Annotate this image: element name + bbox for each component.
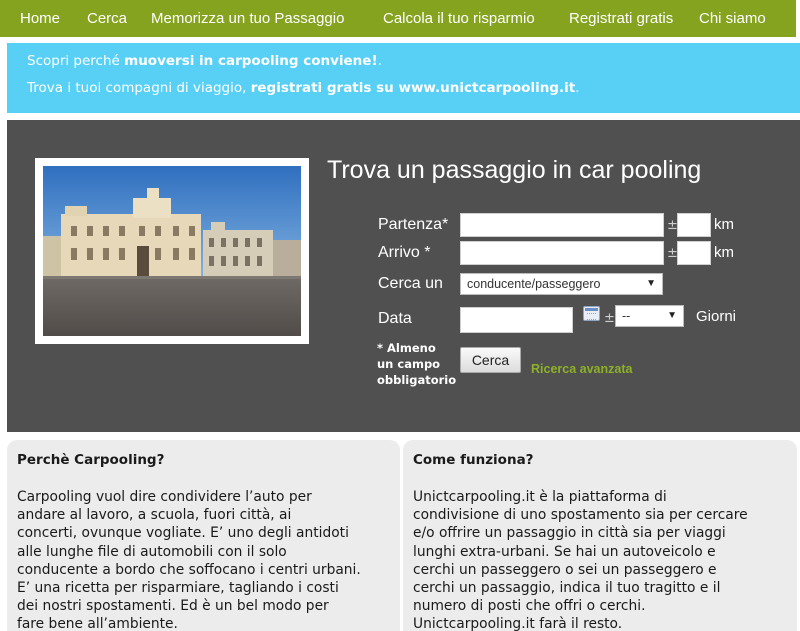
nav-cerca-link[interactable]: Cerca bbox=[87, 0, 127, 37]
text-line: cerchi un passaggio, indica il tuo tragi… bbox=[413, 580, 721, 597]
university-photo bbox=[43, 166, 301, 336]
photo-frame bbox=[35, 158, 309, 344]
days-select-value: -- bbox=[622, 309, 631, 323]
text-line: andare al lavoro, a scuola, fuori città,… bbox=[17, 507, 292, 524]
how-it-works-box: Come funziona? Unictcarpooling.it è la p… bbox=[403, 440, 797, 631]
text-line: fare bene all’ambiente. bbox=[17, 616, 178, 631]
advanced-search-link[interactable]: Ricerca avanzata bbox=[531, 362, 632, 376]
data-label: Data bbox=[378, 310, 412, 327]
text-line: e/o offrire un passaggio in città sia pe… bbox=[413, 525, 726, 542]
required-note-line: * Almeno bbox=[377, 341, 436, 355]
banner-text: Scopri perché bbox=[27, 53, 125, 69]
required-note-line: obbligatorio bbox=[377, 373, 457, 387]
partenza-input[interactable] bbox=[460, 213, 664, 237]
text-line: alle lunghe file di automobili con il so… bbox=[17, 543, 287, 560]
text-line: condivisione di uno spostamento sia per … bbox=[413, 507, 748, 524]
required-note: * Almeno un campo obbligatorio bbox=[377, 340, 467, 388]
text-line: cerchi un passeggero o sei un passeggero… bbox=[413, 561, 717, 578]
role-select-value: conducente/passeggero bbox=[467, 277, 601, 291]
arrivo-km-unit: km bbox=[714, 244, 734, 261]
nav-edge bbox=[796, 0, 800, 37]
partenza-km-unit: km bbox=[714, 216, 734, 233]
text-line: E’ una ricetta per risparmiare, tagliand… bbox=[17, 580, 339, 597]
banner-highlight: muoversi in carpooling conviene! bbox=[124, 53, 378, 69]
banner-text: . bbox=[575, 80, 580, 96]
banner-line-2: Trova i tuoi compagni di viaggio, regist… bbox=[27, 80, 579, 96]
partenza-km-input[interactable] bbox=[677, 213, 711, 237]
calendar-icon[interactable] bbox=[583, 306, 600, 321]
banner-text: Trova i tuoi compagni di viaggio, bbox=[27, 80, 251, 96]
text-line: Carpooling vuol dire condividere l’auto … bbox=[17, 489, 312, 505]
required-note-line: un campo bbox=[377, 357, 441, 371]
banner-highlight: registrati gratis su www.unictcarpooling… bbox=[250, 80, 576, 96]
how-it-works-title: Come funziona? bbox=[413, 452, 534, 468]
why-carpooling-box: Perchè Carpooling? Carpooling vuol dire … bbox=[7, 440, 400, 631]
giorni-unit: Giorni bbox=[696, 308, 737, 325]
text-line: Unictcarpooling.it è la piattaforma di bbox=[413, 489, 667, 505]
banner-line-1: Scopri perché muoversi in carpooling con… bbox=[27, 53, 382, 69]
why-carpooling-text: Carpooling vuol dire condividere l’auto … bbox=[17, 488, 361, 631]
text-line: concerti, ovunque vogliate. E’ uno degli… bbox=[17, 525, 349, 542]
cerca-un-label: Cerca un bbox=[378, 275, 443, 292]
chevron-down-icon: ▼ bbox=[667, 310, 677, 321]
chevron-down-icon: ▼ bbox=[646, 278, 656, 289]
text-line: Unictcarpooling.it farà il resto. bbox=[413, 616, 623, 631]
search-button[interactable]: Cerca bbox=[460, 347, 521, 373]
banner-text: . bbox=[377, 53, 382, 69]
arrivo-label: Arrivo * bbox=[378, 244, 431, 261]
role-select[interactable]: conducente/passeggero ▼ bbox=[460, 273, 663, 295]
arrivo-km-input[interactable] bbox=[677, 241, 711, 265]
nav-home-link[interactable]: Home bbox=[20, 0, 60, 37]
why-carpooling-title: Perchè Carpooling? bbox=[17, 452, 165, 468]
text-line: numero di posti che offri o cerchi. bbox=[413, 598, 646, 615]
nav-calcola-link[interactable]: Calcola il tuo risparmio bbox=[383, 0, 535, 37]
days-plusminus: ± bbox=[604, 311, 615, 326]
search-section: Trova un passaggio in car pooling Parten… bbox=[7, 120, 800, 432]
arrivo-input[interactable] bbox=[460, 241, 664, 265]
nav-registrati-link[interactable]: Registrati gratis bbox=[569, 0, 673, 37]
days-select[interactable]: -- ▼ bbox=[615, 305, 684, 327]
date-input[interactable] bbox=[460, 307, 573, 333]
text-line: conducente a bordo che soffocano i centr… bbox=[17, 561, 361, 578]
search-title: Trova un passaggio in car pooling bbox=[327, 156, 702, 184]
nav-chi-siamo-link[interactable]: Chi siamo bbox=[699, 0, 766, 37]
partenza-label: Partenza* bbox=[378, 216, 449, 233]
nav-memorizza-link[interactable]: Memorizza un tuo Passaggio bbox=[151, 0, 344, 37]
text-line: lunghi extra-urbani. Se hai un autoveico… bbox=[413, 543, 716, 560]
info-banner: Scopri perché muoversi in carpooling con… bbox=[7, 43, 800, 113]
top-nav: Home Cerca Memorizza un tuo Passaggio Ca… bbox=[0, 0, 800, 37]
text-line: dei nostri spostamenti. Ed è un bel modo… bbox=[17, 598, 329, 615]
how-it-works-text: Unictcarpooling.it è la piattaforma di co… bbox=[413, 488, 748, 631]
